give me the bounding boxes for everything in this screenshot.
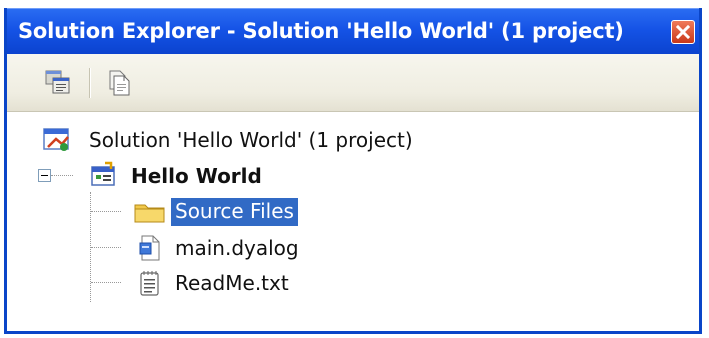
text-file-icon [140, 271, 159, 296]
close-button[interactable] [671, 20, 695, 44]
solution-icon [43, 128, 69, 151]
toolbar [7, 54, 699, 112]
toolbar-separator [89, 68, 91, 98]
solution-label: Solution 'Hello World' (1 project) [89, 128, 413, 152]
title-bar[interactable]: Solution Explorer - Solution 'Hello Worl… [7, 8, 699, 54]
solution-tree[interactable]: Solution 'Hello World' (1 project) Hello… [7, 112, 699, 331]
folder-icon [134, 204, 165, 223]
tree-node-project[interactable]: Hello World [7, 160, 507, 192]
properties-button[interactable] [43, 69, 73, 97]
tree-node-source-files[interactable]: Source Files [7, 196, 507, 228]
dyalog-file-icon [139, 235, 160, 261]
tree-node-main-dyalog[interactable]: main.dyalog [7, 232, 507, 264]
show-all-files-button[interactable] [102, 69, 132, 97]
source-files-label: Source Files [171, 198, 298, 226]
tree-node-readme[interactable]: ReadMe.txt [7, 267, 507, 299]
window-title: Solution Explorer - Solution 'Hello Worl… [18, 19, 624, 43]
close-icon [676, 25, 690, 39]
properties-icon [45, 70, 70, 94]
readme-label: ReadMe.txt [175, 271, 289, 295]
main-dyalog-label: main.dyalog [175, 236, 299, 260]
project-label: Hello World [131, 164, 262, 188]
solution-explorer-window: Solution Explorer - Solution 'Hello Worl… [4, 8, 702, 334]
project-icon [91, 161, 115, 186]
show-all-files-icon [109, 70, 130, 96]
tree-node-solution[interactable]: Solution 'Hello World' (1 project) [7, 124, 507, 156]
